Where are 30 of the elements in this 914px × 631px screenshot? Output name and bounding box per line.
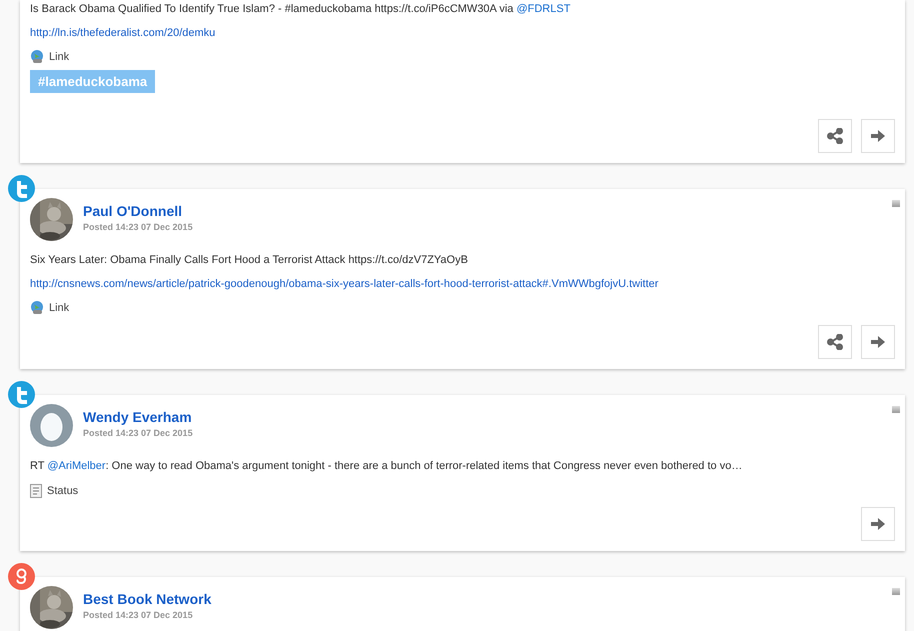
- globe-icon: [30, 50, 44, 64]
- egg-avatar-icon: [30, 404, 73, 446]
- post-type-label: Link: [49, 50, 70, 65]
- share-button[interactable]: [818, 324, 852, 358]
- arrow-right-icon: [871, 336, 885, 348]
- post-type-label: Status: [47, 484, 78, 498]
- post-text: Six Years Later: Obama Finally Calls Fort Hood a Terrorist Attack https://t.co/dzV7ZYaOyB: [30, 253, 469, 268]
- forward-button[interactable]: [861, 119, 895, 153]
- forward-button[interactable]: [861, 507, 895, 541]
- document-icon: [30, 484, 42, 498]
- post-date: Posted 14:23 07 Dec 2015: [83, 609, 194, 622]
- share-icon: [827, 334, 843, 350]
- post-date: Posted 14:23 07 Dec 2015: [83, 426, 193, 440]
- post-text: RT @AriMelber: One way to read Obama's argument tonight - there are a bunch of terror-related items that Congress never even bothered to vo…: [30, 458, 744, 474]
- post-text: Is Barack Obama Qualified To Identify True Islam? - #lameduckobama https://t.co/iP6cCMW30A via @FDRLST: [30, 2, 572, 17]
- globe-icon: [30, 301, 44, 316]
- share-button[interactable]: [818, 119, 852, 153]
- mention-link[interactable]: @FDRLST: [516, 3, 570, 15]
- url-link[interactable]: http://cnsnews.com/news/article/patrick-goodenough/obama-six-years-later-calls-fort-hood-terrorist-attack#.VmWWbgfojvU.twitter: [30, 277, 658, 292]
- author-link[interactable]: Paul O'Donnell: [83, 203, 193, 220]
- arrow-right-icon: [871, 518, 885, 530]
- arrow-right-icon: [871, 130, 885, 142]
- share-icon: [827, 128, 843, 144]
- forward-button[interactable]: [861, 324, 895, 358]
- post-date: Posted 14:23 07 Dec 2015: [83, 221, 193, 234]
- author-link[interactable]: Best Book Network: [83, 591, 212, 608]
- author-link[interactable]: Wendy Everham: [83, 408, 193, 426]
- post-type-label: Link: [49, 301, 70, 316]
- url-link[interactable]: http://ln.is/thefederalist.com/20/demku: [30, 26, 216, 41]
- mention-link[interactable]: @AriMelber: [47, 460, 106, 472]
